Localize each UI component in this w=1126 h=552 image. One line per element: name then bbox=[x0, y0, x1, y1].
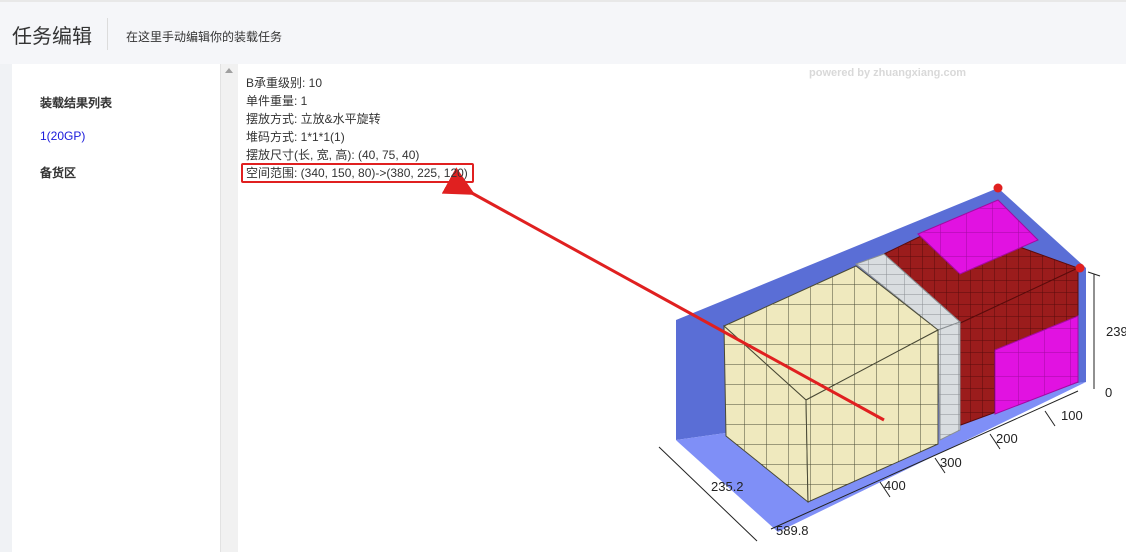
tick-label-300: 300 bbox=[940, 455, 962, 470]
corner-marker-right bbox=[1075, 263, 1085, 273]
scrollbar[interactable] bbox=[220, 64, 238, 552]
length-dimension-label: 589.8 bbox=[776, 523, 809, 538]
sidebar-item-staging-area[interactable]: 备货区 bbox=[40, 164, 76, 181]
sidebar-item-container-20gp[interactable]: 1(20GP) bbox=[40, 129, 85, 143]
info-line-placement-size: 摆放尺寸(长, 宽, 高): (40, 75, 40) bbox=[246, 148, 420, 162]
info-line-orientation: 摆放方式: 立放&水平旋转 bbox=[246, 112, 381, 126]
info-line-bearing-level: B承重级别: 10 bbox=[246, 76, 323, 90]
height-zero-label: 0 bbox=[1105, 385, 1112, 400]
page-title: 任务编辑 bbox=[12, 26, 92, 48]
tick-label-400: 400 bbox=[884, 478, 906, 493]
scroll-up-arrow-icon[interactable] bbox=[225, 68, 233, 73]
space-range-highlight-box bbox=[241, 163, 474, 183]
gray-cargo-front bbox=[937, 321, 961, 441]
result-list-panel: 装载结果列表 1(20GP) 备货区 bbox=[12, 64, 220, 552]
info-line-unit-weight: 单件重量: 1 bbox=[246, 94, 308, 108]
info-line-stacking: 堆码方式: 1*1*1(1) bbox=[246, 130, 345, 144]
page-subtitle: 在这里手动编辑你的装载任务 bbox=[126, 30, 283, 44]
page-header: 任务编辑 在这里手动编辑你的装载任务 bbox=[0, 0, 1126, 64]
header-divider bbox=[107, 18, 108, 50]
height-dimension-label: 239 bbox=[1106, 324, 1126, 339]
tick-label-100: 100 bbox=[1061, 408, 1083, 423]
sidebar-item-result-list[interactable]: 装载结果列表 bbox=[40, 94, 112, 111]
container-3d-view[interactable]: 235.2 589.8 239 0 100 200 300 400 bbox=[238, 64, 1126, 552]
tick-label-200: 200 bbox=[996, 431, 1018, 446]
width-dimension-label: 235.2 bbox=[711, 479, 744, 494]
corner-marker-top bbox=[993, 183, 1003, 193]
powered-by-watermark: powered by zhuangxiang.com bbox=[809, 67, 967, 79]
loading-view-panel: 235.2 589.8 239 0 100 200 300 400 powere… bbox=[238, 64, 1126, 552]
